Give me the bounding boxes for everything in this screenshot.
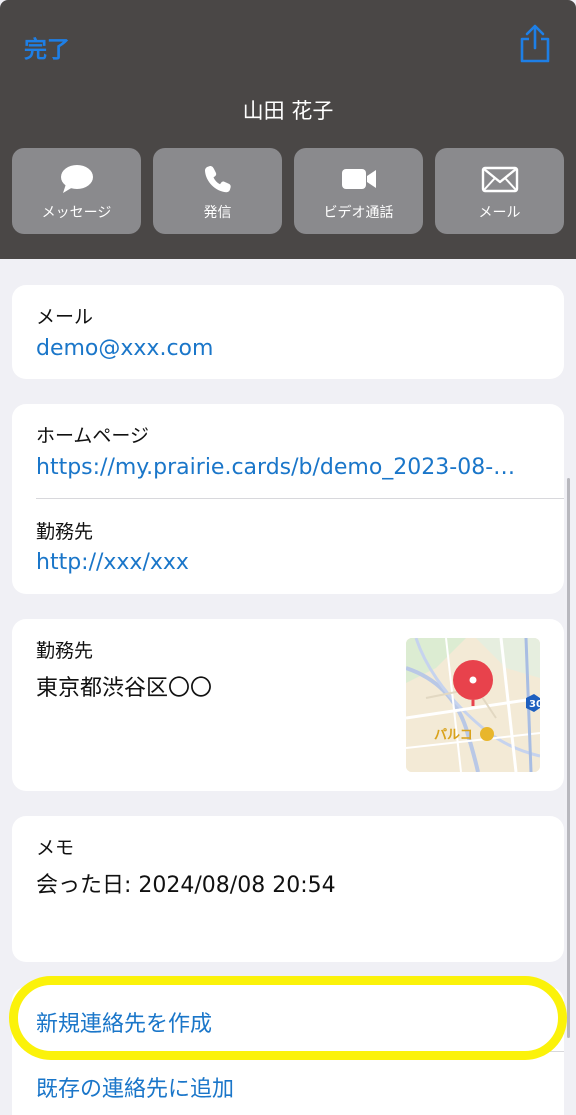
share-icon[interactable] [518,24,552,64]
scrollbar[interactable] [567,478,570,1038]
video-call-button-label: ビデオ通話 [323,205,394,221]
work-url-link[interactable]: http://xxx/xxx [36,550,189,575]
email-link[interactable]: demo@xxx.com [36,336,213,361]
call-button[interactable]: 発信 [153,148,282,234]
memo-value: 会った日: 2024/08/08 20:54 [36,873,336,898]
memo-card[interactable]: メモ 会った日: 2024/08/08 20:54 [12,816,564,962]
divider [36,498,564,499]
contact-header: 完了 山田 花子 メッセージ 発信 ビデオ通話 メール [0,0,576,259]
email-card: メール demo@xxx.com [12,285,564,379]
mail-button[interactable]: メール [435,148,564,234]
phone-icon [153,164,282,194]
create-new-contact-button[interactable]: 新規連絡先を作成 [36,1006,212,1038]
homepage-label: ホームページ [36,425,150,447]
add-to-existing-contact-button[interactable]: 既存の連絡先に追加 [36,1071,234,1103]
message-button[interactable]: メッセージ [12,148,141,234]
address-label: 勤務先 [36,640,94,662]
mail-button-label: メール [478,205,521,221]
work-url-label: 勤務先 [36,521,94,543]
contact-name: 山田 花子 [242,99,334,123]
message-button-label: メッセージ [41,205,112,221]
done-button[interactable]: 完了 [24,30,70,64]
video-call-button[interactable]: ビデオ通話 [294,148,423,234]
map-place-label: パルコ [434,728,473,743]
call-button-label: 発信 [203,205,232,221]
message-bubble-icon [12,164,141,194]
address-value[interactable]: 東京都渋谷区〇〇 [36,670,212,702]
map-thumbnail[interactable]: 30 パルコ [406,638,540,772]
video-camera-icon [294,164,423,194]
memo-label: メモ [36,837,75,859]
address-card[interactable]: 勤務先 東京都渋谷区〇〇 30 パルコ [12,619,564,791]
homepage-link[interactable]: https://my.prairie.cards/b/demo_2023-08-… [36,455,515,480]
email-label: メール [36,306,94,328]
url-card: ホームページ https://my.prairie.cards/b/demo_2… [12,404,564,594]
map-route-number: 30 [529,699,540,710]
envelope-icon [435,164,564,194]
